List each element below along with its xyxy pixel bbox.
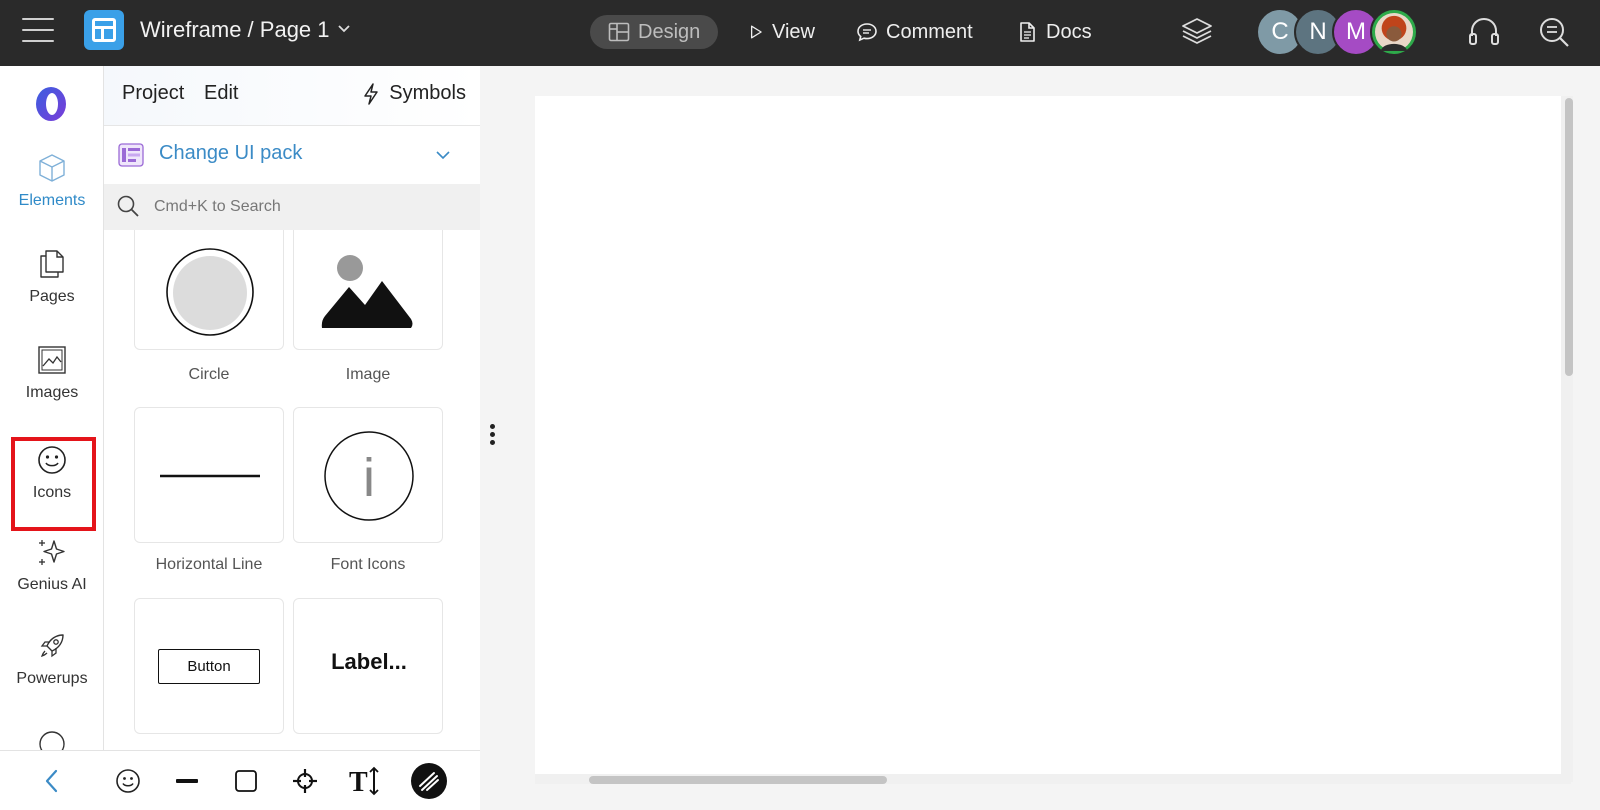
- user-photo-icon: [1375, 13, 1413, 51]
- pages-icon: [40, 250, 64, 278]
- sidebar-item-label: Powerups: [16, 670, 88, 687]
- search-icon: [117, 195, 139, 217]
- play-icon: [750, 25, 762, 39]
- scribble-icon[interactable]: [410, 762, 448, 800]
- cube-icon: [39, 154, 65, 182]
- element-label: Image: [345, 366, 391, 383]
- tab-docs-label: Docs: [1046, 20, 1092, 43]
- sidebar-item-pages[interactable]: Pages: [0, 248, 104, 306]
- more-vertical-icon[interactable]: [487, 424, 497, 450]
- element-horizontal-line[interactable]: [134, 407, 284, 543]
- horizontal-scrollbar[interactable]: [589, 776, 887, 784]
- tab-docs[interactable]: Docs: [998, 15, 1110, 49]
- left-rail: Elements Pages Images Icons Genius AI Po…: [0, 66, 104, 810]
- change-ui-pack-dropdown[interactable]: Change UI pack: [104, 126, 480, 184]
- tab-design[interactable]: Design: [590, 15, 719, 49]
- line-preview: [160, 474, 260, 478]
- element-font-icons[interactable]: i: [293, 407, 443, 543]
- chevron-down-icon: [436, 151, 450, 160]
- tab-view-label: View: [772, 20, 815, 43]
- sidebar-item-label: Pages: [29, 288, 75, 305]
- image-preview: [321, 255, 413, 328]
- tab-design-label: Design: [638, 20, 701, 43]
- sidebar-item-genius-ai[interactable]: Genius AI: [0, 536, 104, 594]
- element-label-text[interactable]: Label...: [293, 598, 443, 734]
- vertical-scrollbar[interactable]: [1565, 98, 1573, 376]
- avatar-photo[interactable]: [1370, 8, 1418, 56]
- tab-project[interactable]: Project: [122, 82, 184, 105]
- elements-grid: Circle Image i Horizontal Line Font Icon…: [104, 230, 480, 750]
- panel-header: Project Edit Symbols: [104, 66, 480, 126]
- collapse-chevron-icon[interactable]: [40, 767, 64, 795]
- tab-comment-label: Comment: [886, 20, 973, 43]
- quick-tools-bar: T: [104, 750, 480, 810]
- tab-edit[interactable]: Edit: [204, 82, 238, 105]
- headset-icon[interactable]: [1466, 14, 1502, 50]
- line-icon[interactable]: [171, 765, 203, 797]
- sidebar-item-powerups[interactable]: Powerups: [0, 630, 104, 688]
- selection-highlight: [11, 437, 96, 531]
- top-bar: Wireframe / Page 1 Design View Comment D…: [0, 0, 1600, 66]
- project-title[interactable]: Wireframe / Page 1: [140, 17, 330, 43]
- sparkle-icon: [39, 540, 65, 565]
- tab-comment[interactable]: Comment: [838, 15, 991, 49]
- sidebar-item-images[interactable]: Images: [0, 344, 104, 402]
- sidebar-item-label: Images: [25, 384, 79, 401]
- layout-icon: [608, 22, 630, 42]
- svg-text:T: T: [349, 767, 368, 796]
- tab-view[interactable]: View: [730, 15, 833, 49]
- info-icon: i: [324, 431, 414, 521]
- smiley-icon[interactable]: [112, 765, 144, 797]
- search-menu-icon[interactable]: [1536, 14, 1572, 50]
- element-label: Circle: [188, 366, 230, 383]
- text-size-icon[interactable]: T: [348, 765, 384, 797]
- button-preview: Button: [158, 649, 260, 684]
- menu-icon[interactable]: [22, 18, 54, 46]
- document-icon: [1020, 22, 1035, 42]
- element-circle[interactable]: [134, 230, 284, 350]
- sidebar-item-label: Elements: [18, 192, 86, 209]
- label-preview: Label...: [331, 649, 407, 674]
- app-logo-icon[interactable]: [84, 10, 124, 50]
- comment-icon: [857, 23, 877, 42]
- symbols-button[interactable]: Symbols: [361, 82, 466, 105]
- element-label: Horizontal Line: [155, 556, 263, 573]
- circle-preview: [166, 248, 254, 336]
- search-input[interactable]: [154, 194, 454, 220]
- partial-rail-icon: [36, 728, 68, 750]
- canvas-area: [504, 66, 1600, 810]
- page-canvas[interactable]: [535, 96, 1567, 776]
- brand-logo-icon[interactable]: [33, 86, 69, 122]
- lightning-icon: [364, 82, 379, 105]
- element-button[interactable]: Button: [134, 598, 284, 734]
- ui-pack-label: Change UI pack: [159, 142, 303, 164]
- ui-pack-icon: [118, 143, 144, 167]
- sidebar-item-label: Genius AI: [17, 576, 87, 593]
- rocket-icon: [40, 634, 64, 658]
- layers-icon[interactable]: [1180, 14, 1214, 48]
- crosshair-icon[interactable]: [289, 765, 321, 797]
- element-image[interactable]: [293, 230, 443, 350]
- rail-footer: [0, 750, 104, 810]
- sidebar-item-elements[interactable]: Elements: [0, 152, 104, 210]
- panel-splitter[interactable]: [480, 66, 504, 810]
- square-icon[interactable]: [230, 765, 262, 797]
- image-icon: [38, 346, 66, 374]
- svg-text:i: i: [363, 448, 375, 508]
- search-bar: [104, 184, 480, 230]
- chevron-down-icon[interactable]: [337, 22, 357, 42]
- elements-panel: Project Edit Symbols Change UI pack Circ…: [104, 66, 480, 810]
- element-label: Font Icons: [330, 556, 406, 573]
